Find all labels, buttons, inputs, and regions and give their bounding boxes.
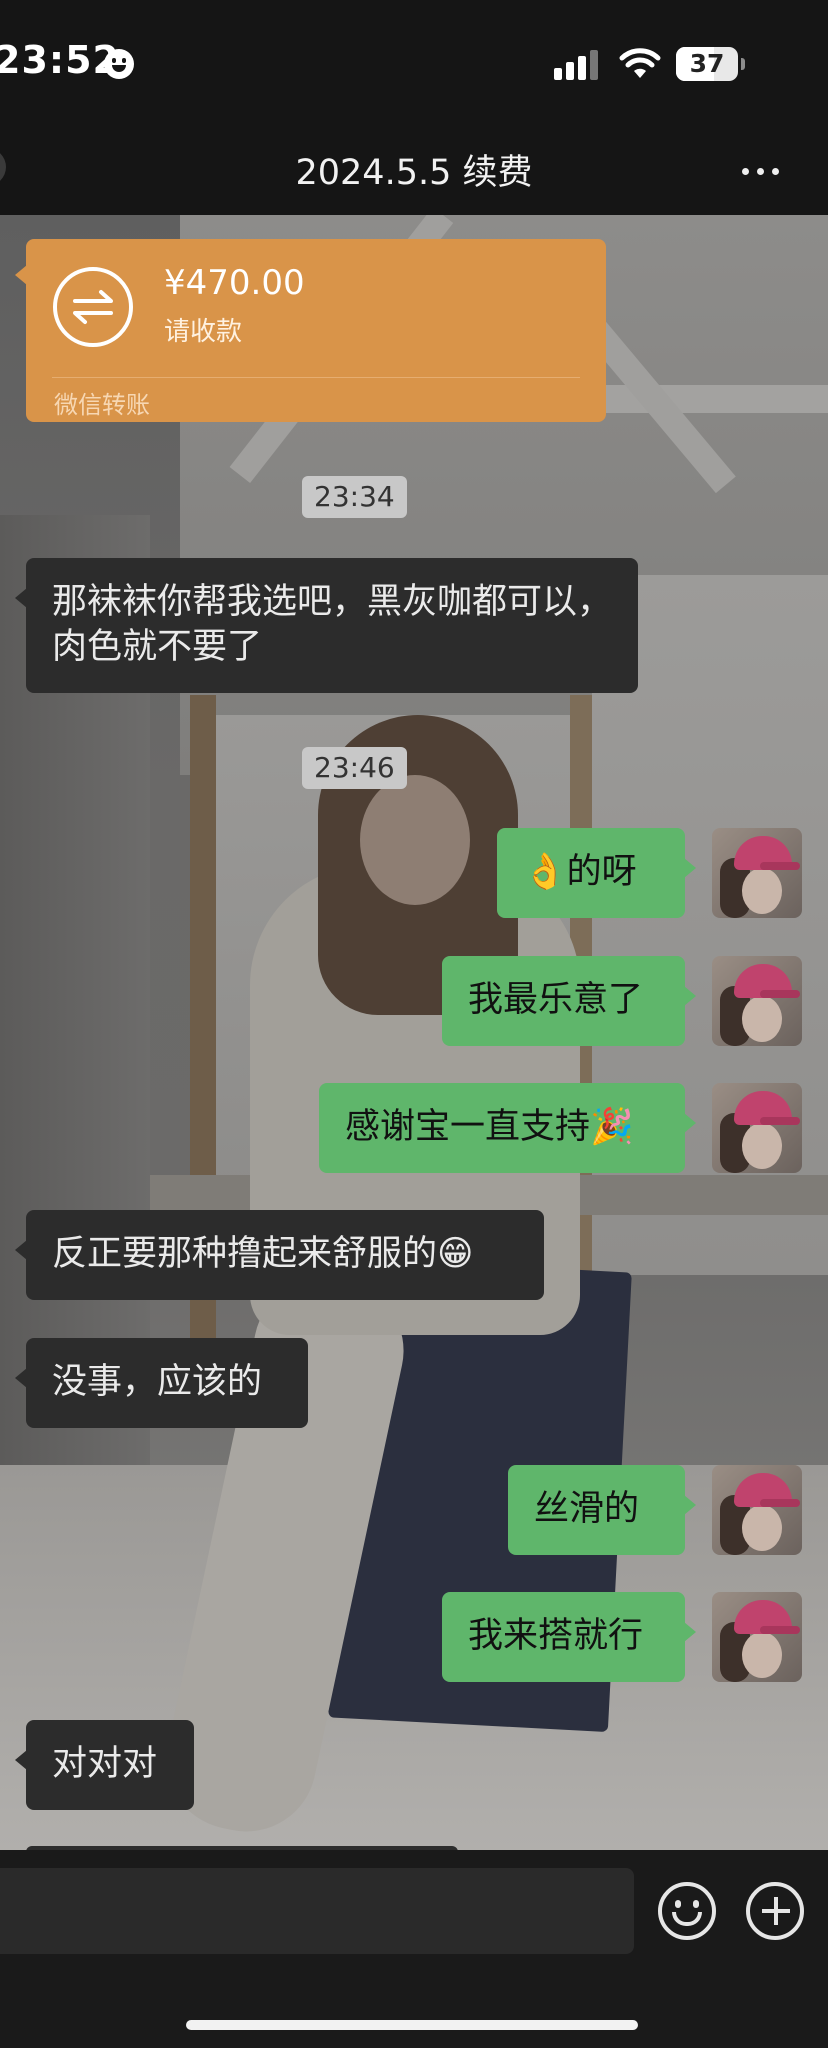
nav-bar: 2024.5.5 续费 [0, 120, 828, 215]
status-bar: 23:52 37 [0, 0, 828, 120]
message-text: 丝滑的 [534, 1489, 640, 1529]
message-bubble-outgoing[interactable]: 感谢宝一直支持🎉 [319, 1083, 696, 1173]
message-text: 👌的呀 [523, 852, 637, 892]
smiley-icon[interactable] [658, 1882, 716, 1940]
message-bubble-incoming[interactable]: 反正要那种撸起来舒服的😁 [15, 1210, 544, 1300]
timestamp: 23:46 [302, 747, 407, 789]
wifi-icon [619, 48, 661, 78]
message-bubble-incoming[interactable]: 没事，应该的 [15, 1338, 308, 1428]
avatar[interactable] [712, 1592, 802, 1682]
message-input[interactable] [0, 1868, 634, 1954]
transfer-card[interactable]: ¥470.00 请收款 微信转账 [15, 239, 606, 422]
timestamp: 23:34 [302, 476, 407, 518]
message-bubble-incoming[interactable]: 对对对 [15, 1720, 194, 1810]
message-bubble-outgoing[interactable]: 我最乐意了 [442, 956, 696, 1046]
message-text: 那袜袜你帮我选吧，黑灰咖都可以， [52, 582, 613, 622]
avatar[interactable] [712, 956, 802, 1046]
transfer-status: 请收款 [164, 317, 243, 347]
message-text: 我最乐意了 [468, 980, 644, 1020]
message-text: 肉色就不要了 [52, 627, 263, 667]
cellular-signal-icon [554, 50, 604, 80]
more-dots-icon[interactable] [742, 160, 787, 179]
message-text: 反正要那种撸起来舒服的😁 [52, 1234, 474, 1274]
battery-level: 37 [689, 49, 725, 78]
chat-title: 2024.5.5 续费 [295, 153, 533, 193]
transfer-arrows-icon [53, 267, 133, 347]
avatar[interactable] [712, 1083, 802, 1173]
message-bubble-outgoing[interactable]: 丝滑的 [508, 1465, 696, 1555]
transfer-amount: ¥470.00 [164, 263, 305, 303]
input-bar [0, 1850, 828, 2048]
plus-circle-icon[interactable] [746, 1882, 804, 1940]
divider [52, 377, 580, 378]
status-time: 23:52 [0, 38, 120, 82]
chat-background [0, 215, 828, 1850]
avatar[interactable] [712, 828, 802, 918]
message-bubble-outgoing[interactable]: 我来搭就行 [442, 1592, 696, 1682]
home-indicator[interactable] [186, 2020, 638, 2030]
smiley-status-icon [104, 49, 134, 79]
message-text: 我来搭就行 [468, 1616, 644, 1656]
message-bubble-outgoing[interactable]: 👌的呀 [497, 828, 696, 918]
transfer-source: 微信转账 [54, 391, 150, 419]
message-text: 没事，应该的 [52, 1362, 263, 1402]
message-text: 感谢宝一直支持🎉 [345, 1107, 634, 1147]
battery-icon: 37 [676, 47, 745, 81]
message-text: 对对对 [52, 1744, 158, 1784]
avatar[interactable] [712, 1465, 802, 1555]
message-bubble-incoming[interactable]: 那袜袜你帮我选吧，黑灰咖都可以， 肉色就不要了 [14, 558, 639, 693]
